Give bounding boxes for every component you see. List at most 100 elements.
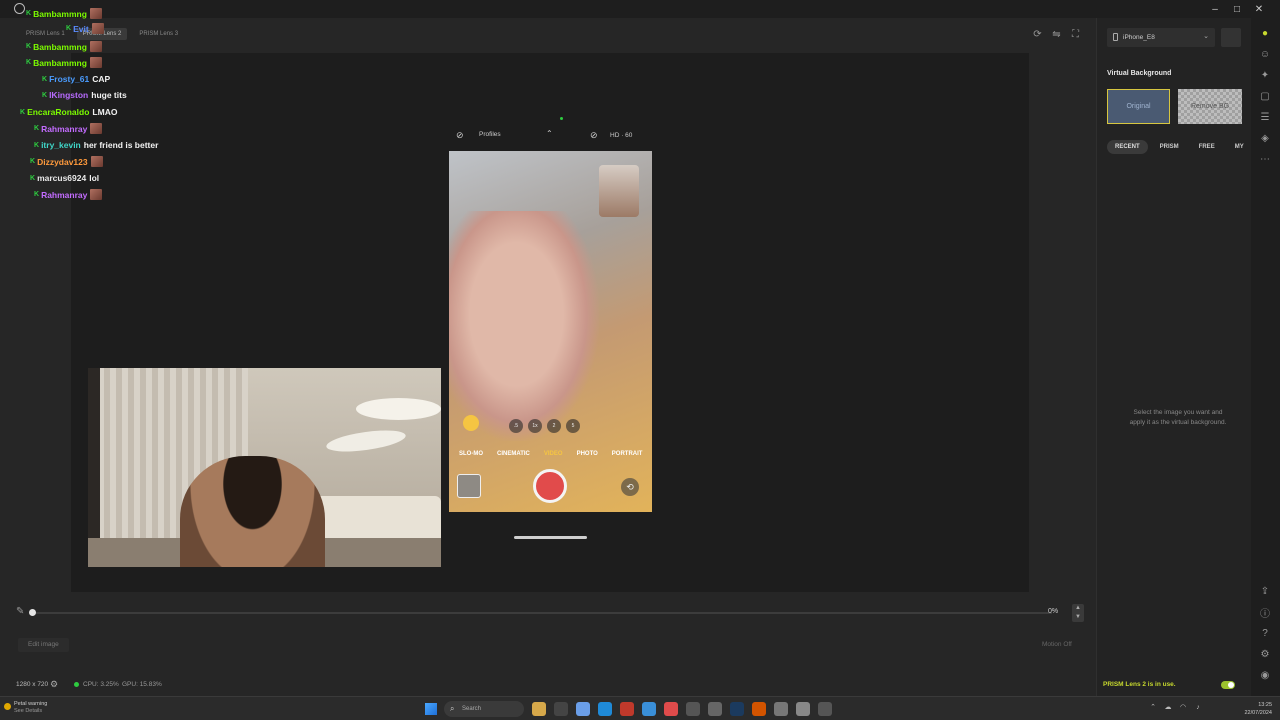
chat-username: lKingston (49, 90, 89, 100)
tray-wifi-icon[interactable]: ◠ (1178, 702, 1188, 712)
app-icon-11[interactable] (752, 702, 766, 716)
chat-message: KlKingston huge tits (42, 90, 127, 100)
virtual-background-title: Virtual Background (1107, 70, 1172, 77)
app-icon-7[interactable] (664, 702, 678, 716)
app-icon-13[interactable] (796, 702, 810, 716)
settings-icon[interactable]: ⚙ (1258, 647, 1272, 661)
taskbar-clock[interactable]: 13:25 22/07/2024 (1236, 701, 1272, 717)
window-controls: – □ ✕ (1204, 0, 1270, 18)
remove-bg-button[interactable]: Remove BG (1178, 89, 1242, 124)
browser-icon[interactable] (598, 702, 612, 716)
weather-widget[interactable]: Petal warning See Details (14, 701, 47, 715)
pencil-off-icon[interactable]: ✎ (16, 606, 24, 617)
tray-volume-icon[interactable]: ♪ (1193, 702, 1203, 712)
tray-chevron-icon[interactable]: ⌃ (1148, 702, 1158, 712)
close-button[interactable]: ✕ (1248, 0, 1270, 18)
weather-subtitle: See Details (14, 708, 43, 714)
mode-video: VIDEO (543, 451, 563, 457)
magic-icon[interactable]: ✦ (1258, 68, 1272, 82)
chat-username: Evit (73, 23, 89, 34)
tab-lens-1[interactable]: PRISM Lens 1 (20, 28, 71, 40)
chat-message: K Frosty_61 CAP (42, 74, 110, 84)
steam-icon[interactable] (730, 702, 744, 716)
help-icon[interactable]: ? (1258, 626, 1272, 640)
minimize-button[interactable]: – (1204, 0, 1226, 18)
phone-face (449, 211, 599, 441)
canvas-tools: ⟳ ⇋ ⛶ (1031, 28, 1082, 41)
original-bg-button[interactable]: Original (1107, 89, 1170, 124)
flip-icon[interactable]: ⇋ (1050, 28, 1063, 41)
app-logo-icon (14, 3, 25, 14)
app-icon-8[interactable] (686, 702, 700, 716)
taskbar: Petal warning See Details ⌕ Search ⌃ ☁ ◠… (0, 696, 1280, 720)
tray-cloud-icon[interactable]: ☁ (1163, 702, 1173, 712)
app-icon-1[interactable] (532, 702, 546, 716)
gear-icon[interactable]: ⚙ (50, 679, 58, 690)
app-icon-14[interactable] (818, 702, 832, 716)
account-icon[interactable]: ◉ (1258, 668, 1272, 682)
chat-badge-icon: K (42, 91, 48, 99)
app-icon-6[interactable] (642, 702, 656, 716)
taskbar-search[interactable]: ⌕ Search (444, 701, 524, 717)
clipboard-icon[interactable]: ▢ (1258, 89, 1272, 103)
motion-toggle[interactable]: Motion Off (1042, 641, 1072, 648)
edit-image-button[interactable]: Edit image (18, 638, 69, 652)
chat-emote-icon (90, 123, 103, 134)
rotate-icon[interactable]: ⟳ (1031, 28, 1044, 41)
phone-top-controls: ⊘ Profiles ⌃ ⊘ HD · 60 (450, 128, 655, 148)
search-placeholder: Search (462, 706, 482, 712)
chat-message: K Bambammng (26, 8, 102, 19)
app-icon-2[interactable] (554, 702, 568, 716)
chat-emote-icon (91, 23, 104, 34)
zoom-5: 5 (566, 419, 580, 433)
person-icon[interactable]: ● (1258, 26, 1272, 40)
layers-icon[interactable]: ◈ (1258, 131, 1272, 145)
chevron-up-icon: ⌃ (546, 129, 553, 138)
app-icon-12[interactable] (774, 702, 788, 716)
chat-badge-icon: K (42, 75, 48, 83)
tab-lens-3[interactable]: PRISM Lens 3 (133, 28, 184, 40)
percent-stepper[interactable]: ▲ ▼ (1072, 604, 1084, 622)
chat-badge-icon: K (26, 10, 32, 17)
chat-username: Rahmanray (41, 189, 88, 200)
title-bar: – □ ✕ (0, 0, 1280, 18)
chat-username: EncaraRonaldo (27, 107, 90, 117)
webcam-source[interactable] (88, 368, 441, 567)
lens-toggle[interactable] (1221, 681, 1235, 689)
weather-icon (4, 703, 11, 710)
background-hint: Select the image you want and apply it a… (1129, 409, 1227, 426)
webcam-lamp (356, 398, 441, 420)
start-button[interactable] (425, 703, 437, 715)
device-select[interactable]: iPhone_E8 ⌄ (1107, 28, 1215, 47)
app-icon-9[interactable] (708, 702, 722, 716)
app-icon-5[interactable] (620, 702, 634, 716)
icon-rail: ● ☺ ✦ ▢ ☰ ◈ ⋯ ⇪ ⓘ ? ⚙ ◉ (1251, 18, 1280, 696)
timeline-handle[interactable] (29, 609, 36, 616)
tab-prism[interactable]: PRISM (1152, 140, 1187, 154)
device-action-button[interactable] (1221, 28, 1241, 47)
chevron-down-icon: ⌄ (1203, 33, 1209, 40)
app-icon-3[interactable] (576, 702, 590, 716)
chat-text: CAP (92, 74, 111, 84)
effects-icon[interactable]: ☺ (1258, 47, 1272, 61)
chat-message: K Rahmanray (34, 123, 103, 134)
tab-recent[interactable]: RECENT (1107, 140, 1148, 154)
maximize-button[interactable]: □ (1226, 0, 1248, 18)
info-icon[interactable]: ⓘ (1258, 605, 1272, 620)
tab-free[interactable]: FREE (1191, 140, 1223, 154)
weather-title: Petal warning (14, 701, 48, 707)
mode-photo: PHOTO (576, 451, 598, 457)
record-icon (533, 469, 567, 503)
fit-icon[interactable]: ⛶ (1069, 28, 1082, 41)
adjust-icon[interactable]: ☰ (1258, 110, 1272, 124)
more-icon[interactable]: ⋯ (1258, 152, 1272, 166)
share-icon[interactable]: ⇪ (1258, 584, 1272, 598)
chat-badge-icon: K (30, 174, 36, 182)
chat-message: K Evit (66, 23, 104, 34)
timeline-track[interactable] (32, 612, 1052, 614)
chat-badge-icon: K (26, 59, 32, 66)
chat-username: marcus6924 (37, 173, 87, 183)
tab-my[interactable]: MY (1227, 140, 1252, 154)
phone-source[interactable]: .5 1x 2 5 SLO-MO CINEMATIC VIDEO PHOTO P… (449, 151, 652, 512)
chat-message: K EncaraRonaldo LMAO (20, 107, 117, 117)
